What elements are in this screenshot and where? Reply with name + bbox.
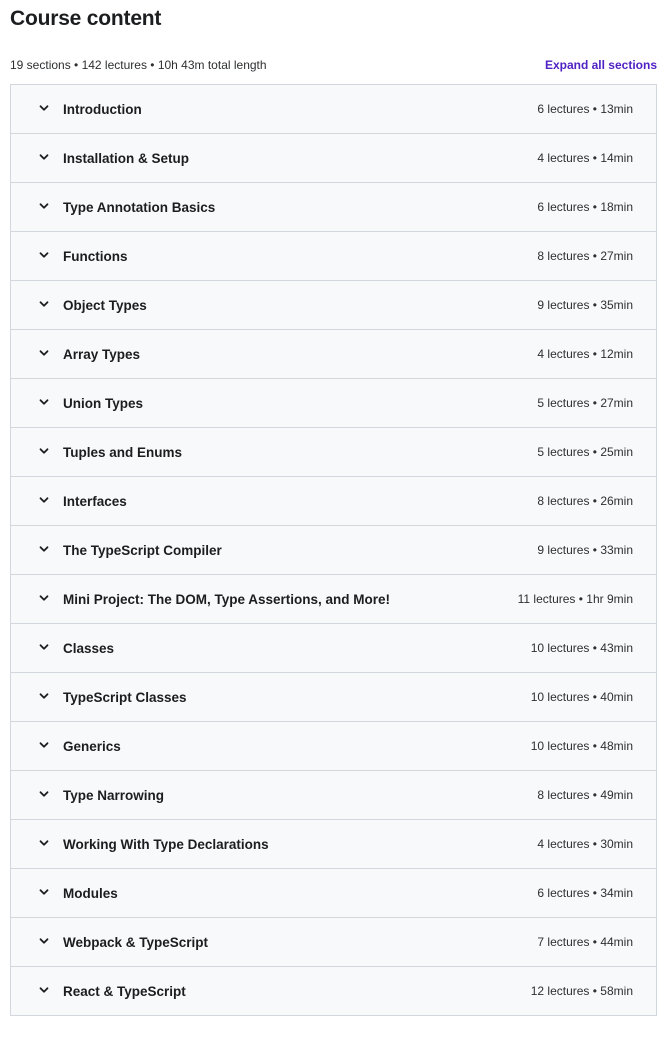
section-title: Array Types	[63, 347, 141, 362]
section-row[interactable]: Modules 6 lectures • 34min	[11, 869, 656, 918]
course-summary: 19 sections • 142 lectures • 10h 43m tot…	[10, 58, 267, 72]
section-meta: 8 lectures • 26min	[537, 494, 633, 508]
section-title: TypeScript Classes	[63, 690, 187, 705]
chevron-down-icon	[38, 543, 50, 555]
section-meta: 10 lectures • 40min	[530, 690, 633, 704]
section-meta: 11 lectures • 1hr 9min	[517, 592, 633, 606]
section-title: Interfaces	[63, 494, 127, 509]
section-title: Type Annotation Basics	[63, 200, 216, 215]
chevron-down-icon	[38, 151, 50, 163]
section-title: Tuples and Enums	[63, 445, 183, 460]
chevron-down-icon	[38, 984, 50, 996]
section-title: React & TypeScript	[63, 984, 186, 999]
section-row[interactable]: Type Narrowing 8 lectures • 49min	[11, 771, 656, 820]
section-row[interactable]: Installation & Setup 4 lectures • 14min	[11, 134, 656, 183]
chevron-down-icon	[38, 347, 50, 359]
section-row[interactable]: Classes 10 lectures • 43min	[11, 624, 656, 673]
chevron-down-icon	[38, 788, 50, 800]
section-row[interactable]: The TypeScript Compiler 9 lectures • 33mi…	[11, 526, 656, 575]
section-list: Introduction 6 lectures • 13min Installati…	[10, 84, 657, 1016]
section-meta: 12 lectures • 58min	[530, 984, 633, 998]
chevron-down-icon	[38, 445, 50, 457]
section-title: Classes	[63, 641, 115, 656]
section-row[interactable]: Webpack & TypeScript 7 lectures • 44min	[11, 918, 656, 967]
chevron-down-icon	[38, 298, 50, 310]
chevron-down-icon	[38, 641, 50, 653]
section-meta: 9 lectures • 33min	[537, 543, 633, 557]
chevron-down-icon	[38, 200, 50, 212]
section-row[interactable]: Interfaces 8 lectures • 26min	[11, 477, 656, 526]
section-title: The TypeScript Compiler	[63, 543, 222, 558]
section-meta: 4 lectures • 14min	[537, 151, 633, 165]
section-meta: 8 lectures • 49min	[537, 788, 633, 802]
section-title: Object Types	[63, 298, 147, 313]
course-content-panel: Course content 19 sections • 142 lecture…	[0, 0, 670, 1038]
section-title: Introduction	[63, 102, 142, 117]
section-row[interactable]: Mini Project: The DOM, Type Assertions, …	[11, 575, 656, 624]
section-title: Working With Type Declarations	[63, 837, 269, 852]
section-title: Generics	[63, 739, 121, 754]
section-meta: 6 lectures • 13min	[537, 102, 633, 116]
section-meta: 7 lectures • 44min	[537, 935, 633, 949]
section-meta: 6 lectures • 34min	[537, 886, 633, 900]
section-meta: 10 lectures • 48min	[530, 739, 633, 753]
chevron-down-icon	[38, 690, 50, 702]
section-title: Functions	[63, 249, 128, 264]
section-title: Webpack & TypeScript	[63, 935, 209, 950]
chevron-down-icon	[38, 396, 50, 408]
section-row[interactable]: Introduction 6 lectures • 13min	[11, 85, 656, 134]
section-row[interactable]: Object Types 9 lectures • 35min	[11, 281, 656, 330]
section-title: Modules	[63, 886, 118, 901]
chevron-down-icon	[38, 494, 50, 506]
expand-all-sections-button[interactable]: Expand all sections	[545, 57, 657, 73]
section-row[interactable]: Generics 10 lectures • 48min	[11, 722, 656, 771]
section-row[interactable]: TypeScript Classes 10 lectures • 40min	[11, 673, 656, 722]
page-title: Course content	[10, 7, 162, 30]
chevron-down-icon	[38, 886, 50, 898]
section-meta: 10 lectures • 43min	[530, 641, 633, 655]
section-row[interactable]: Working With Type Declarations 4 lectures…	[11, 820, 656, 869]
section-meta: 5 lectures • 25min	[537, 445, 633, 459]
chevron-down-icon	[38, 935, 50, 947]
section-meta: 4 lectures • 30min	[537, 837, 633, 851]
section-meta: 8 lectures • 27min	[537, 249, 633, 263]
section-title: Type Narrowing	[63, 788, 165, 803]
section-title: Installation & Setup	[63, 151, 190, 166]
section-row[interactable]: Array Types 4 lectures • 12min	[11, 330, 656, 379]
section-title: Union Types	[63, 396, 144, 411]
section-meta: 6 lectures • 18min	[537, 200, 633, 214]
chevron-down-icon	[38, 102, 50, 114]
section-row[interactable]: Tuples and Enums 5 lectures • 25min	[11, 428, 656, 477]
section-row[interactable]: Functions 8 lectures • 27min	[11, 232, 656, 281]
chevron-down-icon	[38, 837, 50, 849]
section-row[interactable]: Union Types 5 lectures • 27min	[11, 379, 656, 428]
chevron-down-icon	[38, 249, 50, 261]
section-meta: 4 lectures • 12min	[537, 347, 633, 361]
section-title: Mini Project: The DOM, Type Assertions, …	[63, 592, 391, 607]
chevron-down-icon	[38, 592, 50, 604]
chevron-down-icon	[38, 739, 50, 751]
section-meta: 9 lectures • 35min	[537, 298, 633, 312]
section-row[interactable]: Type Annotation Basics 6 lectures • 18min	[11, 183, 656, 232]
section-row[interactable]: React & TypeScript 12 lectures • 58min	[11, 967, 656, 1015]
section-meta: 5 lectures • 27min	[537, 396, 633, 410]
